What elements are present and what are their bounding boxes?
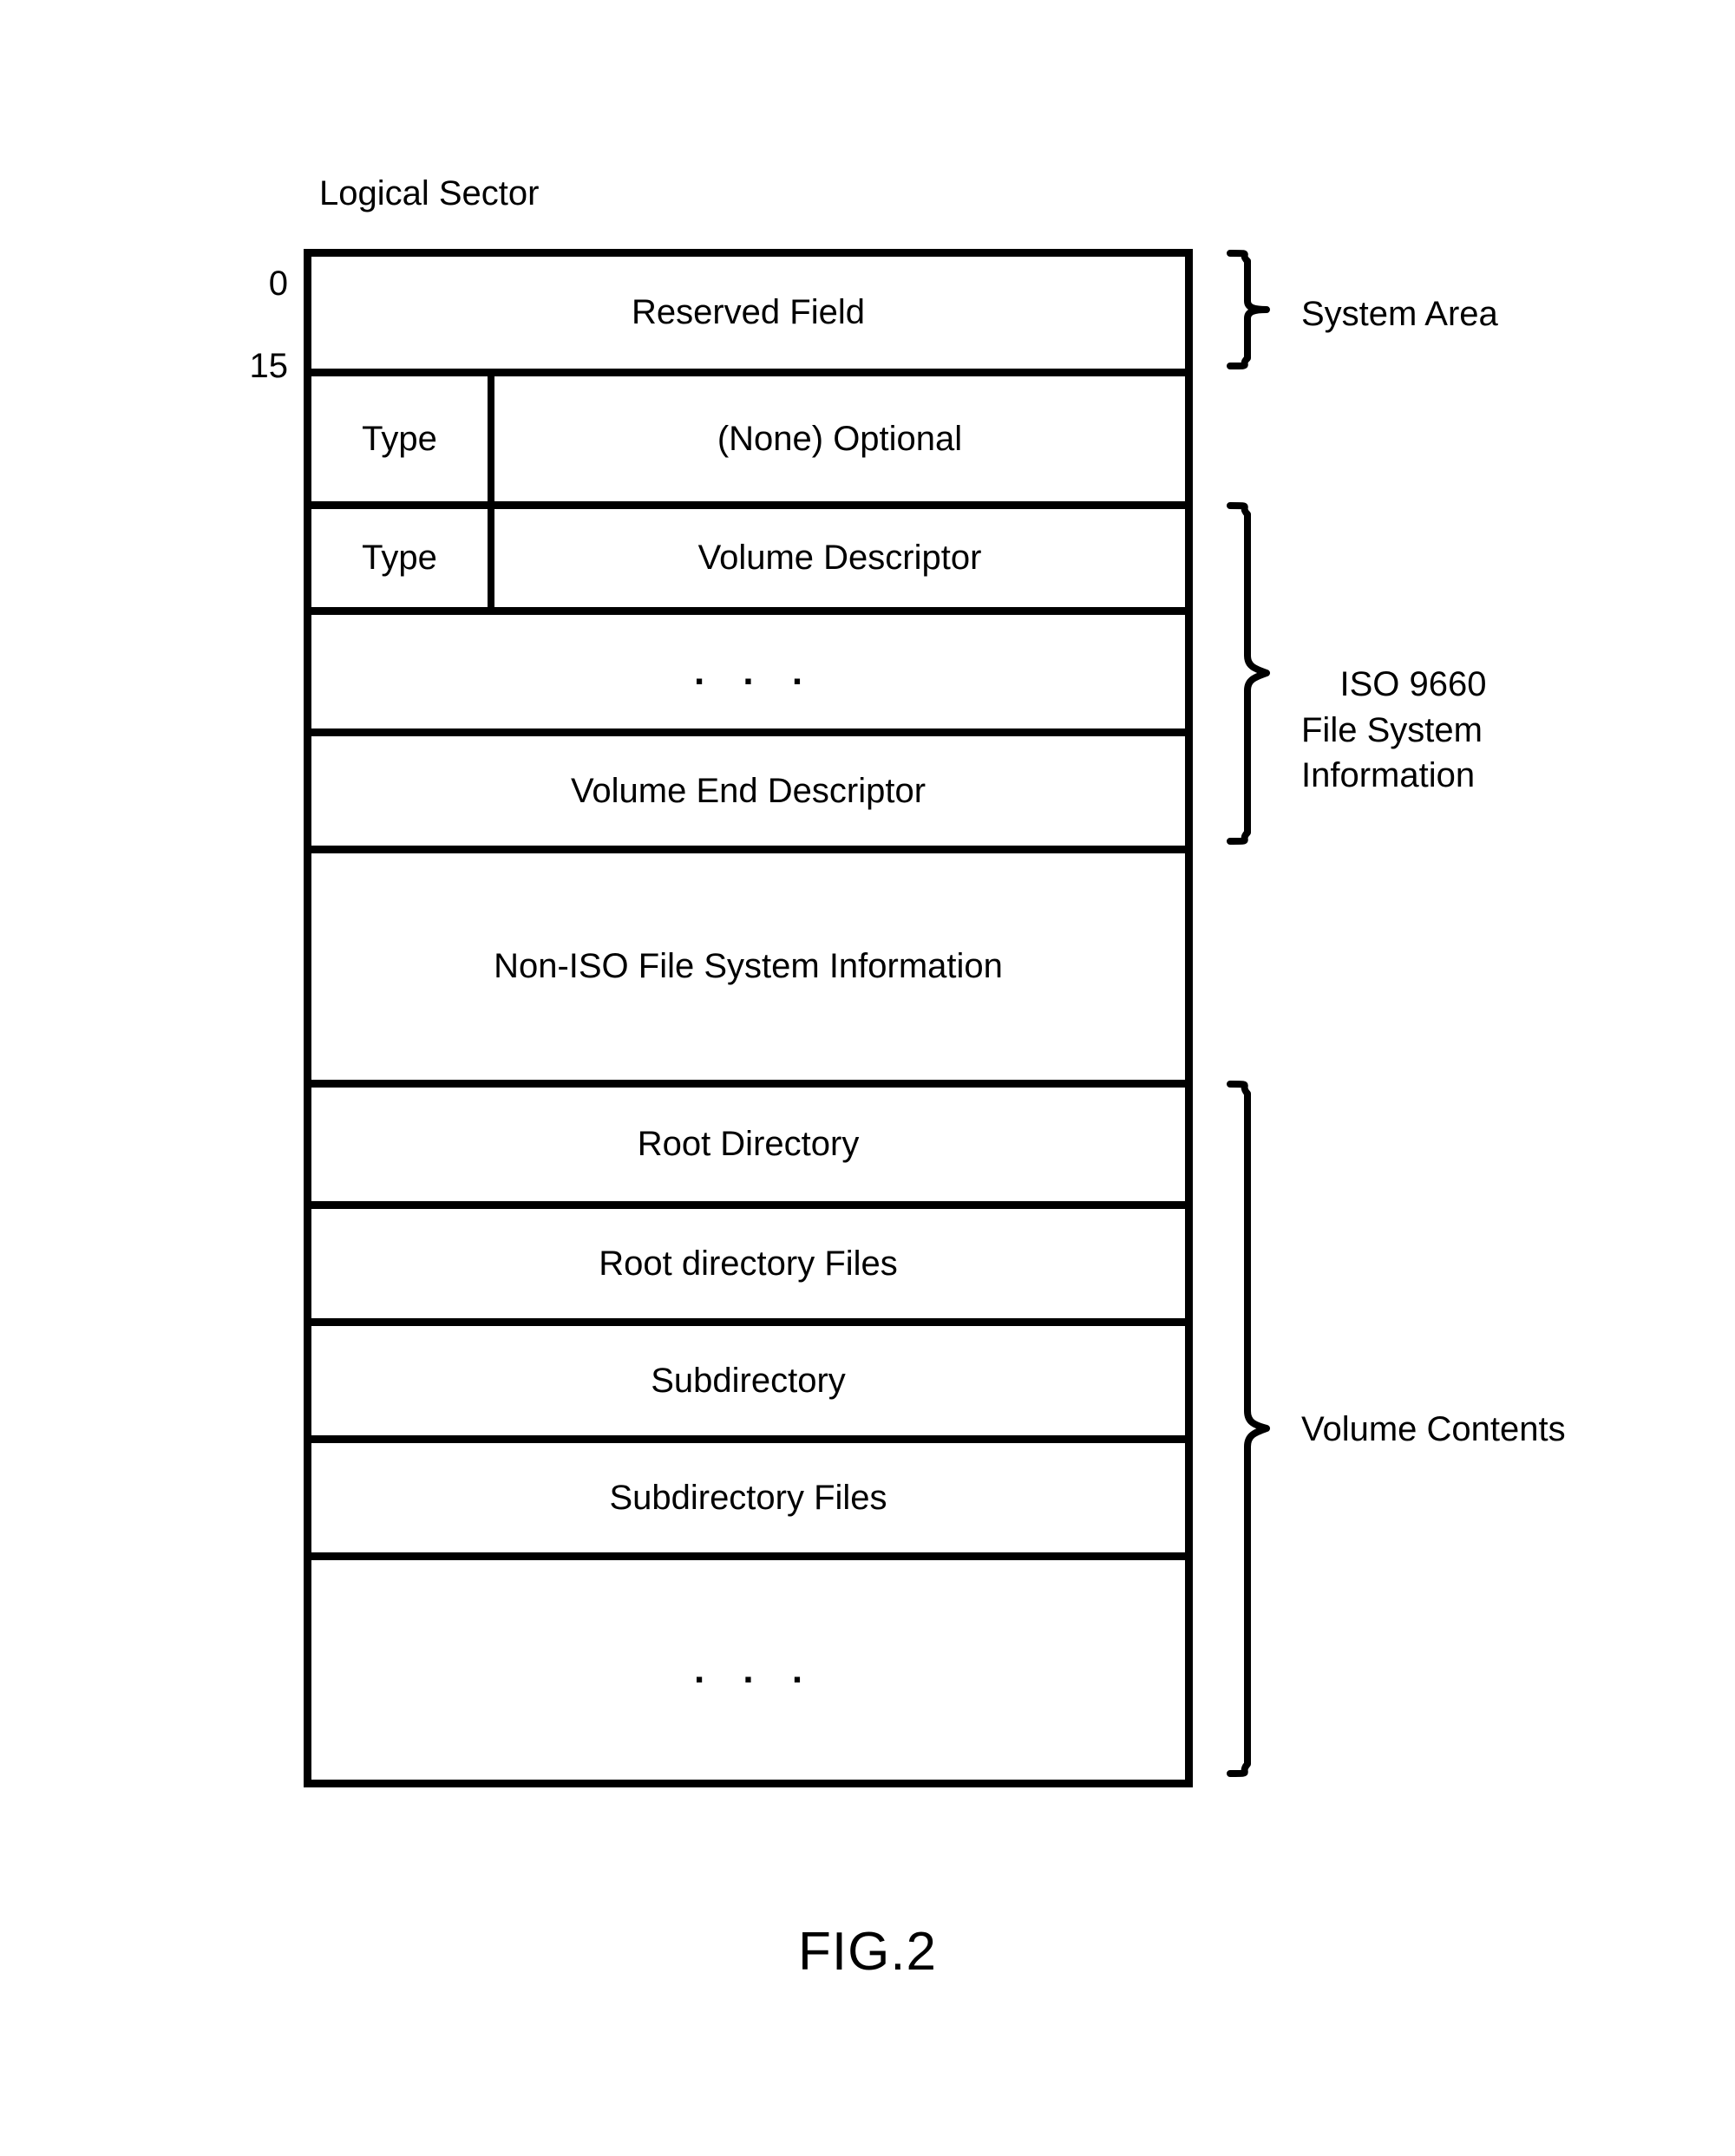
sector-row-root-directory: Root Directory xyxy=(311,1088,1185,1209)
sector-row-label: . . . xyxy=(693,650,817,693)
sector-row-label: Root directory Files xyxy=(599,1244,898,1283)
iso-file-system-brace xyxy=(1221,501,1282,846)
sector-row-none-optional: Type (None) Optional xyxy=(311,376,1185,509)
curly-brace-icon xyxy=(1227,250,1270,369)
sector-row-type-cell: Type xyxy=(311,509,494,607)
volume-contents-brace xyxy=(1221,1080,1282,1778)
sector-row-root-directory-files: Root directory Files xyxy=(311,1209,1185,1326)
sector-row-subdirectory-files: Subdirectory Files xyxy=(311,1443,1185,1560)
sector-row-label: Non-ISO File System Information xyxy=(494,947,1003,985)
sector-row-type-cell: Type xyxy=(311,376,494,501)
curly-brace-icon xyxy=(1227,1081,1270,1777)
sector-row-label: . . . xyxy=(693,1648,817,1691)
sector-row-subdirectory: Subdirectory xyxy=(311,1326,1185,1443)
sector-row-descriptor-ellipsis: . . . xyxy=(311,615,1185,736)
logical-sector-table: Reserved Field Type (None) Optional Type… xyxy=(304,249,1193,1787)
sector-row-label: Subdirectory Files xyxy=(609,1478,887,1517)
iso-file-system-line-1: ISO 9660 File System Information xyxy=(1301,664,1487,795)
sector-row-volume-end-descriptor: Volume End Descriptor xyxy=(311,736,1185,853)
sector-row-volume-descriptor: Type Volume Descriptor xyxy=(311,509,1185,615)
sector-row-reserved-field: Reserved Field xyxy=(311,257,1185,376)
curly-brace-icon xyxy=(1227,502,1270,845)
sector-row-label: Subdirectory xyxy=(651,1361,846,1400)
iso-file-system-label: ISO 9660 File System Information xyxy=(1301,616,1486,845)
logical-sector-label: Logical Sector xyxy=(319,174,540,212)
sector-row-contents-ellipsis: . . . xyxy=(311,1560,1185,1787)
sector-row-label: Root Directory xyxy=(637,1125,860,1163)
sector-row-label: Reserved Field xyxy=(631,293,865,331)
figure-page: Logical Sector 0 15 Reserved Field Type … xyxy=(0,0,1735,2156)
offset-start-label: 0 xyxy=(268,265,288,303)
system-area-label: System Area xyxy=(1301,295,1498,333)
sector-row-non-iso-info: Non-ISO File System Information xyxy=(311,853,1185,1088)
sector-row-label: Volume End Descriptor xyxy=(570,771,926,810)
figure-caption: FIG.2 xyxy=(797,1922,938,1982)
system-area-brace xyxy=(1221,249,1282,370)
volume-contents-label: Volume Contents xyxy=(1301,1410,1566,1448)
offset-end-label: 15 xyxy=(249,347,289,385)
sector-row-label: Volume Descriptor xyxy=(697,539,982,577)
sector-row-label: (None) Optional xyxy=(717,419,963,458)
